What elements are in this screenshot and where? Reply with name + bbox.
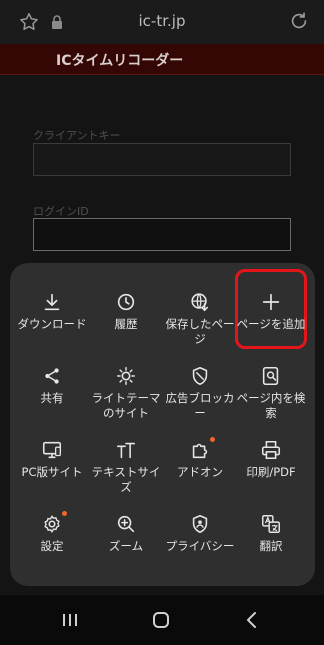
find-in-page-icon: [260, 365, 282, 387]
menu-item-settings[interactable]: 設定: [16, 511, 88, 554]
url-text[interactable]: ic-tr.jp: [0, 12, 324, 30]
notification-dot: [210, 437, 215, 442]
share-icon: [41, 365, 63, 387]
notification-dot: [62, 511, 67, 516]
history-icon: [115, 291, 137, 313]
site-header: ICタイムリコーダー: [0, 44, 324, 75]
zoom-icon: [115, 513, 137, 535]
menu-item-text-size[interactable]: テキストサイズ: [90, 439, 162, 495]
menu-item-saved-pages[interactable]: 保存したページ: [164, 291, 236, 347]
login-id-label: ログインID: [33, 205, 89, 218]
menu-item-find-in-page[interactable]: ページ内を検索: [235, 365, 307, 421]
print-icon: [260, 439, 282, 461]
menu-item-light-theme[interactable]: ライトテーマのサイト: [90, 365, 162, 421]
menu-item-history[interactable]: 履歴: [90, 291, 162, 332]
menu-item-label: ページを追加: [236, 317, 306, 331]
download-icon: [41, 291, 63, 313]
login-id-input[interactable]: [33, 218, 291, 251]
translate-icon: [260, 513, 282, 535]
menu-item-label: 印刷/PDF: [246, 465, 296, 479]
menu-item-label: 設定: [40, 539, 64, 553]
privacy-icon: [189, 513, 211, 535]
menu-item-label: ライトテーマのサイト: [91, 391, 161, 420]
menu-item-zoom[interactable]: ズーム: [90, 513, 162, 554]
addon-icon: [189, 437, 215, 461]
menu-item-label: 保存したページ: [165, 317, 235, 346]
menu-item-label: PC版サイト: [21, 465, 83, 479]
menu-item-label: 広告ブロッカー: [165, 391, 235, 420]
menu-item-add-page[interactable]: ページを追加: [235, 291, 307, 332]
recent-apps-icon[interactable]: [58, 609, 82, 631]
menu-item-label: 履歴: [114, 317, 138, 331]
menu-item-label: テキストサイズ: [91, 465, 161, 494]
browser-menu: ダウンロード 履歴 保存したページ ページを追加 共有 ライトテーマのサイト 広…: [10, 263, 315, 586]
menu-item-label: 翻訳: [259, 539, 283, 553]
menu-item-label: ダウンロード: [17, 317, 87, 331]
menu-item-label: アドオン: [177, 465, 223, 479]
menu-item-label: 共有: [40, 391, 64, 405]
menu-item-label: ズーム: [108, 539, 144, 553]
desktop-icon: [41, 439, 63, 461]
url-bar: ic-tr.jp: [0, 0, 324, 44]
site-title: ICタイムリコーダー: [56, 53, 184, 69]
menu-item-ad-blocker[interactable]: 広告ブロッカー: [164, 365, 236, 421]
client-key-input[interactable]: [33, 143, 291, 176]
menu-item-download[interactable]: ダウンロード: [16, 291, 88, 332]
menu-item-addons[interactable]: アドオン: [164, 437, 236, 480]
brightness-icon: [115, 365, 137, 387]
saved-pages-icon: [189, 291, 211, 313]
menu-item-translate[interactable]: 翻訳: [235, 513, 307, 554]
menu-item-desktop-site[interactable]: PC版サイト: [16, 439, 88, 480]
menu-item-privacy[interactable]: プライバシー: [164, 513, 236, 554]
menu-item-print[interactable]: 印刷/PDF: [235, 439, 307, 480]
settings-icon: [41, 511, 67, 535]
menu-item-label: ページ内を検索: [236, 391, 306, 420]
text-size-icon: [115, 439, 137, 461]
system-nav-bar: [0, 595, 324, 645]
shield-icon: [189, 365, 211, 387]
client-key-label: クライアントキー: [33, 129, 121, 142]
home-icon[interactable]: [149, 609, 173, 631]
plus-icon: [260, 291, 282, 313]
menu-item-label: プライバシー: [165, 539, 235, 553]
menu-item-share[interactable]: 共有: [16, 365, 88, 406]
back-icon[interactable]: [240, 609, 264, 631]
reload-icon[interactable]: [288, 10, 310, 32]
